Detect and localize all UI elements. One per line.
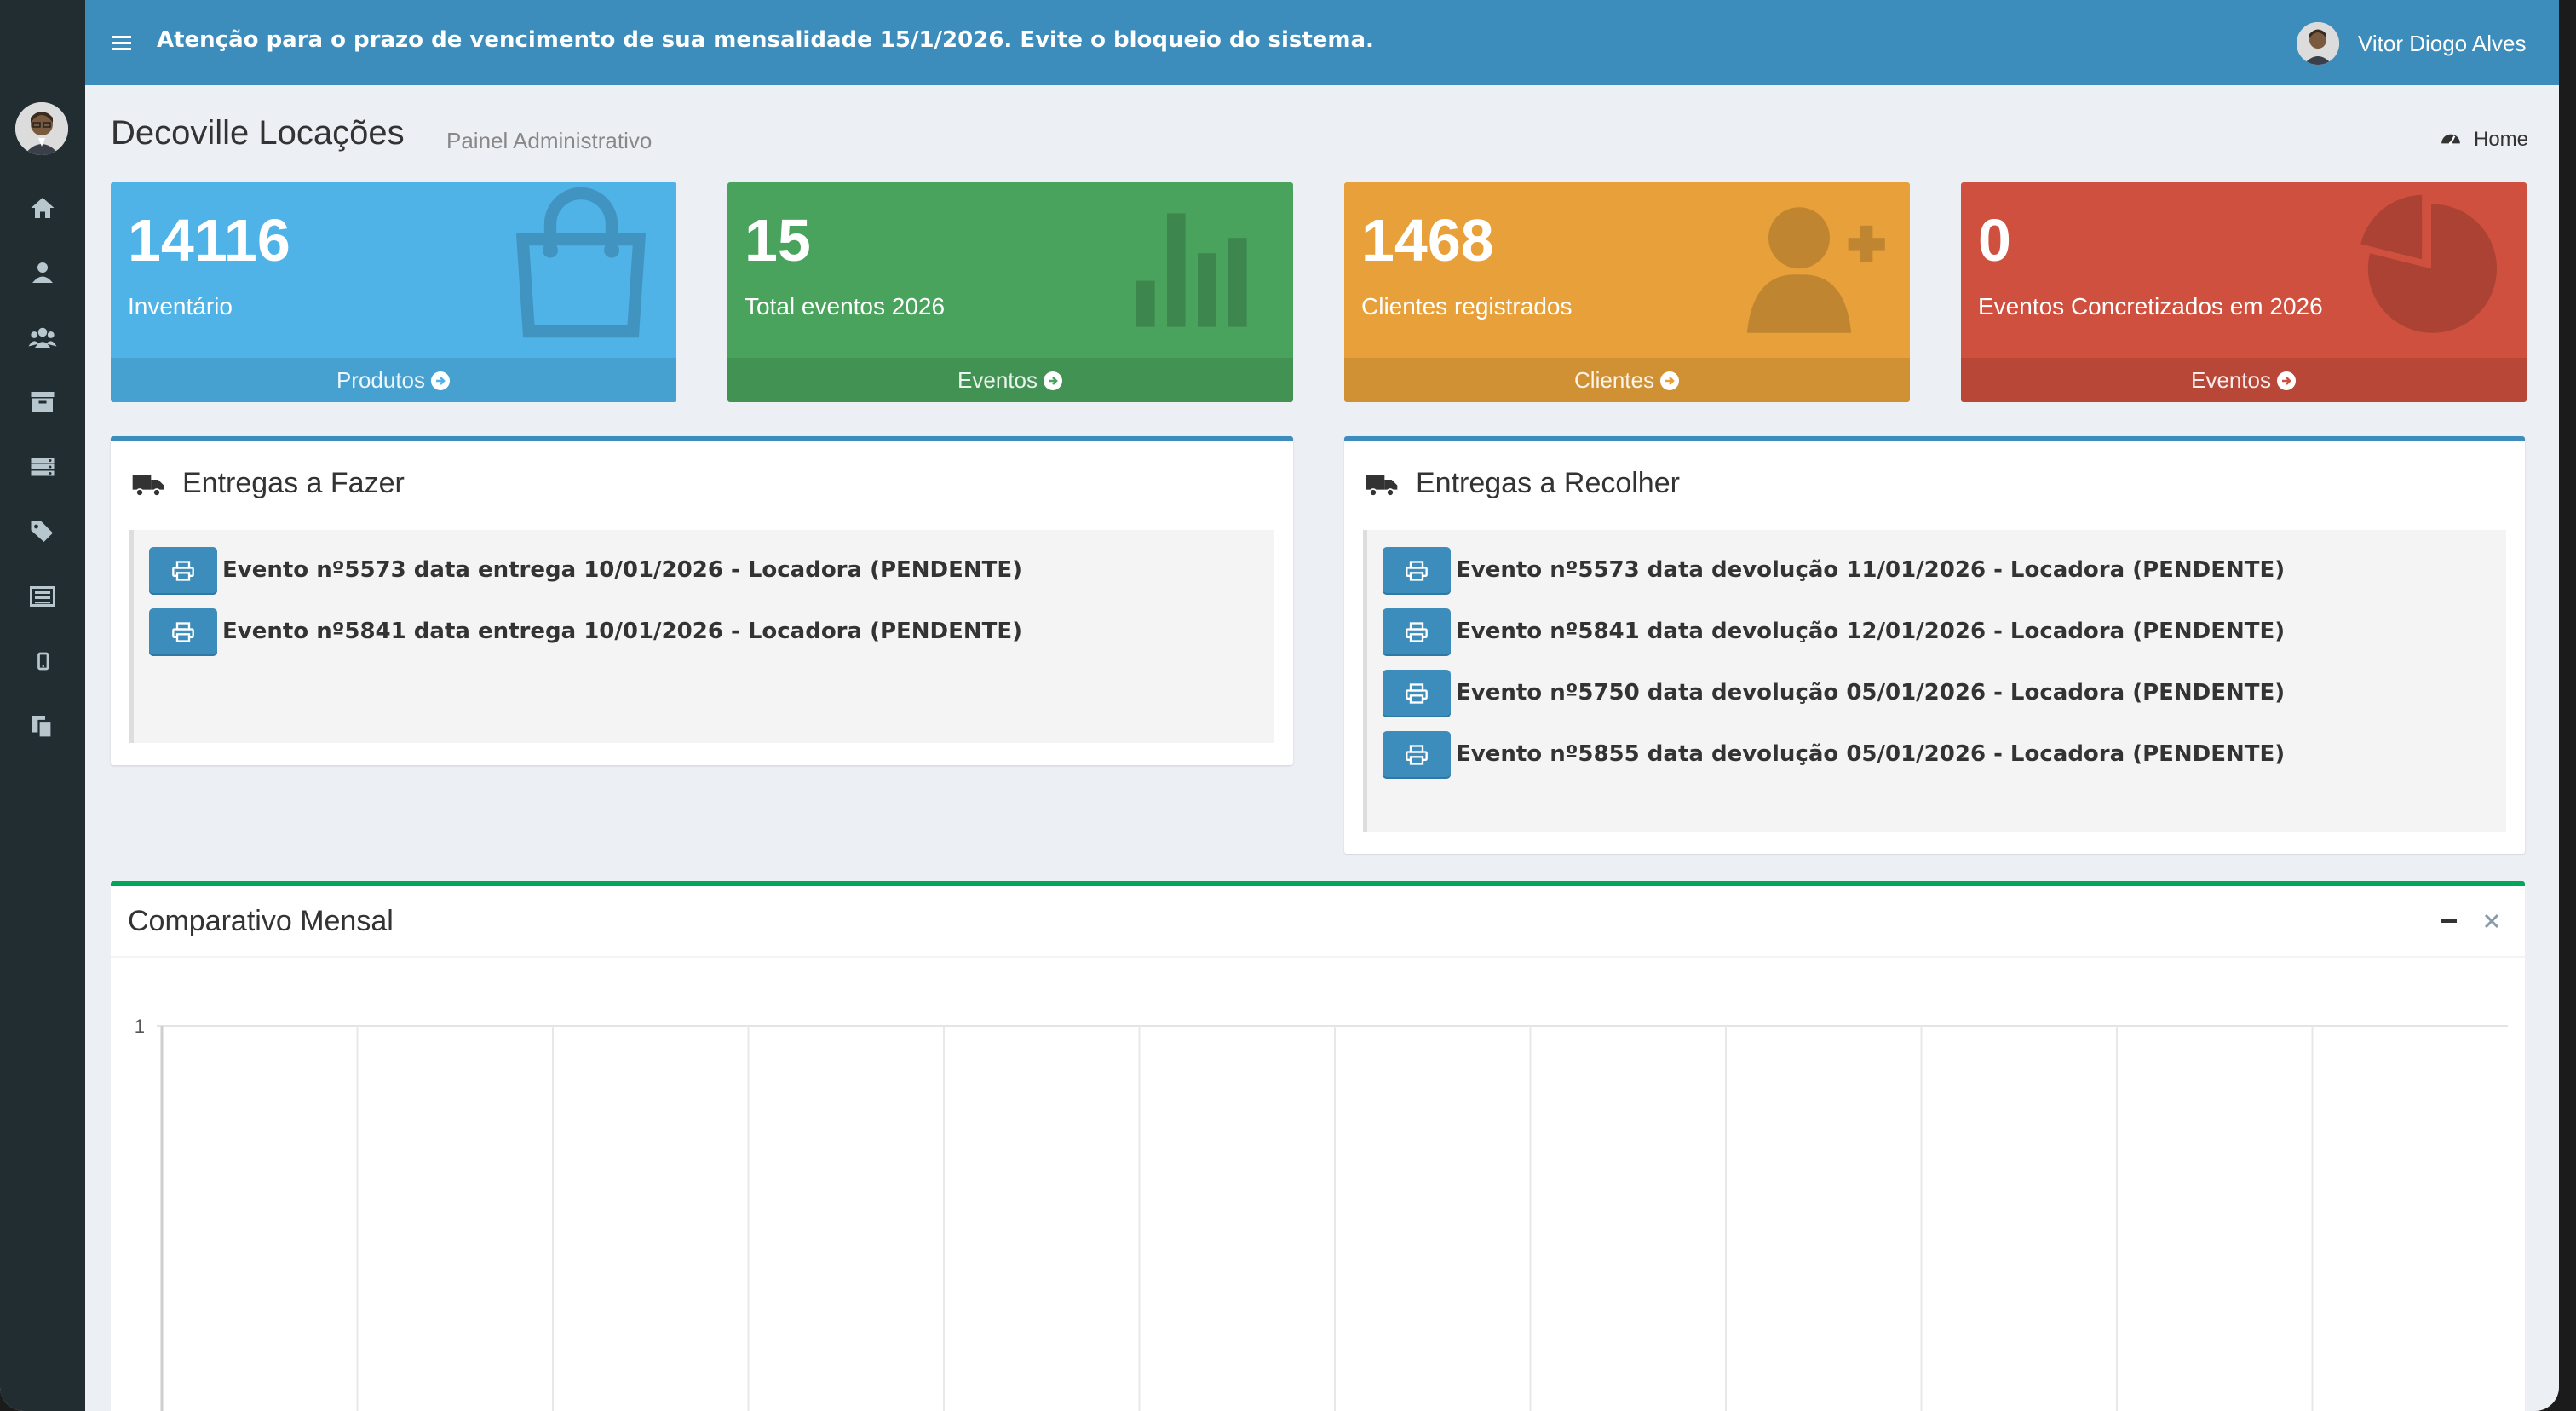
tile-caption: Clientes registrados xyxy=(1361,293,1573,320)
breadcrumb[interactable]: Home xyxy=(2474,128,2528,152)
tile-value: 0 xyxy=(1978,207,2011,274)
avatar[interactable] xyxy=(2297,22,2339,65)
print-button[interactable] xyxy=(149,547,217,595)
chart-plot-area: 1 xyxy=(135,1016,2508,1411)
print-icon xyxy=(1406,561,1428,581)
print-icon xyxy=(1406,683,1428,704)
server-icon[interactable] xyxy=(27,452,58,482)
tile-link-label: Produtos xyxy=(336,367,426,393)
close-icon[interactable] xyxy=(2482,912,2501,930)
print-icon xyxy=(1406,622,1428,642)
pickups-list: Evento nº5573 data devolução 11/01/2026 … xyxy=(1363,530,2506,832)
truck-icon xyxy=(1365,467,1399,501)
user-name[interactable]: Vitor Diogo Alves xyxy=(2358,31,2527,57)
pickup-text: Evento nº5841 data devolução 12/01/2026 … xyxy=(1456,619,2286,644)
print-button[interactable] xyxy=(1383,547,1451,595)
tile-value: 14116 xyxy=(128,207,290,274)
archive-icon[interactable] xyxy=(27,387,58,418)
truck-icon xyxy=(131,467,165,501)
page-title: Decoville Locações xyxy=(111,114,405,152)
mobile-icon[interactable] xyxy=(27,646,58,677)
monthly-chart-box: Comparativo Mensal 1 xyxy=(111,881,2525,1411)
deliveries-box: Entregas a Fazer Evento nº5573 data entr… xyxy=(111,436,1293,765)
menu-toggle-icon[interactable] xyxy=(111,32,133,55)
shopping-bag-icon xyxy=(504,186,658,339)
tile-link-eventos[interactable]: Eventos xyxy=(727,358,1293,402)
print-icon xyxy=(1406,745,1428,765)
tile-eventos-concretizados: 0 Eventos Concretizados em 2026 Eventos xyxy=(1961,182,2527,402)
user-icon[interactable] xyxy=(27,257,58,288)
collapse-icon[interactable] xyxy=(2440,912,2458,930)
sidebar-user-avatar[interactable] xyxy=(15,102,68,155)
bar-chart-icon xyxy=(1121,186,1274,339)
tile-link-label: Eventos xyxy=(957,367,1038,393)
copy-icon[interactable] xyxy=(27,711,58,741)
print-icon xyxy=(172,561,194,581)
pie-chart-icon xyxy=(2355,186,2508,339)
tile-value: 15 xyxy=(745,207,811,274)
sidebar xyxy=(0,0,85,1411)
print-icon xyxy=(172,622,194,642)
pickup-text: Evento nº5573 data devolução 11/01/2026 … xyxy=(1456,557,2286,583)
tile-link-label: Eventos xyxy=(2191,367,2271,393)
delivery-text: Evento nº5573 data entrega 10/01/2026 - … xyxy=(222,557,1023,583)
page-subtitle: Painel Administrativo xyxy=(446,128,653,153)
users-icon[interactable] xyxy=(27,322,58,353)
arrow-circle-right-icon xyxy=(1043,371,1062,390)
arrow-circle-right-icon xyxy=(2276,371,2296,390)
print-button[interactable] xyxy=(1383,608,1451,656)
print-button[interactable] xyxy=(1383,670,1451,717)
tile-eventos-total: 15 Total eventos 2026 Eventos xyxy=(727,182,1293,402)
tile-inventario: 14116 Inventário Produtos xyxy=(111,182,676,402)
chart-y-tick-label: 1 xyxy=(135,1016,145,1037)
pickups-title: Entregas a Recolher xyxy=(1416,467,1680,499)
pickup-text: Evento nº5855 data devolução 05/01/2026 … xyxy=(1456,741,2286,767)
tile-caption: Eventos Concretizados em 2026 xyxy=(1978,293,2323,320)
billing-alert: Atenção para o prazo de vencimento de su… xyxy=(157,27,1374,53)
pickup-text: Evento nº5750 data devolução 05/01/2026 … xyxy=(1456,680,2286,706)
print-button[interactable] xyxy=(149,608,217,656)
chart-divider xyxy=(111,956,2525,958)
print-button[interactable] xyxy=(1383,731,1451,779)
tile-link-produtos[interactable]: Produtos xyxy=(111,358,676,402)
tile-link-eventos-concretizados[interactable]: Eventos xyxy=(1961,358,2527,402)
browser-window: Atenção para o prazo de vencimento de su… xyxy=(0,0,2559,1411)
user-plus-icon xyxy=(1738,186,1891,339)
pickups-box: Entregas a Recolher Evento nº5573 data d… xyxy=(1344,436,2525,854)
tile-link-clientes[interactable]: Clientes xyxy=(1344,358,1910,402)
home-icon[interactable] xyxy=(27,193,58,223)
tile-clientes: 1468 Clientes registrados Clientes xyxy=(1344,182,1910,402)
arrow-circle-right-icon xyxy=(1659,371,1679,390)
tags-icon[interactable] xyxy=(27,516,58,547)
tile-link-label: Clientes xyxy=(1574,367,1654,393)
tile-value: 1468 xyxy=(1361,207,1494,274)
arrow-circle-right-icon xyxy=(431,371,451,390)
delivery-text: Evento nº5841 data entrega 10/01/2026 - … xyxy=(222,619,1023,644)
list-icon[interactable] xyxy=(27,581,58,612)
tile-caption: Inventário xyxy=(128,293,233,320)
deliveries-list: Evento nº5573 data entrega 10/01/2026 - … xyxy=(129,530,1274,743)
top-navbar: Atenção para o prazo de vencimento de su… xyxy=(85,0,2559,85)
dashboard-icon xyxy=(2440,128,2462,150)
tile-caption: Total eventos 2026 xyxy=(745,293,946,320)
deliveries-title: Entregas a Fazer xyxy=(182,467,405,499)
chart-title: Comparativo Mensal xyxy=(128,905,394,937)
